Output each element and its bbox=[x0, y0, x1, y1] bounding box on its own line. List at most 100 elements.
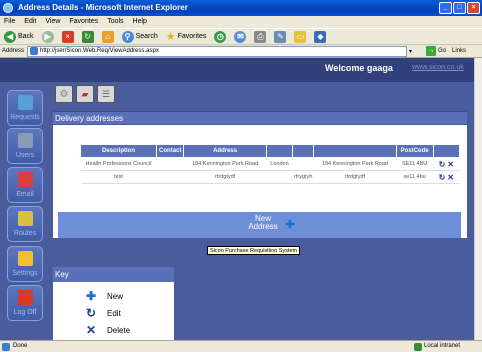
favorites-button[interactable]: ★ Favorites bbox=[164, 30, 209, 44]
nav-logoff[interactable]: Log Off bbox=[7, 285, 43, 321]
edit-icon[interactable]: ↻ bbox=[439, 160, 446, 169]
refresh-button[interactable]: ↻ bbox=[80, 30, 96, 44]
forward-arrow-icon: ▶ bbox=[41, 30, 54, 43]
settings-icon bbox=[18, 251, 33, 266]
nav-routes[interactable]: Routes bbox=[7, 206, 43, 242]
menu-edit[interactable]: Edit bbox=[24, 16, 36, 28]
edit-icon[interactable]: ↻ bbox=[439, 173, 446, 182]
close-button[interactable]: × bbox=[467, 2, 480, 14]
key-panel: ✚ New ↻ Edit ✕ Delete bbox=[53, 282, 174, 340]
url-input[interactable]: http://jser/Sicon.Web.Req/ViewAddress.as… bbox=[27, 45, 408, 57]
routes-icon bbox=[18, 211, 33, 226]
delete-icon[interactable]: ✕ bbox=[447, 160, 454, 169]
gear-icon: ⚙ bbox=[59, 88, 69, 100]
mail-icon: ✉ bbox=[234, 30, 247, 43]
go-button[interactable]: → Go bbox=[426, 46, 446, 56]
website-link[interactable]: www.sicon.co.uk bbox=[412, 64, 464, 71]
history-icon: ◷ bbox=[214, 30, 227, 43]
menu-tools[interactable]: Tools bbox=[107, 16, 123, 28]
cell-address3: rfrygtyh bbox=[292, 170, 314, 184]
intranet-icon bbox=[414, 342, 422, 351]
mail-button[interactable]: ✉ bbox=[232, 30, 248, 44]
zone-text: Local intranet bbox=[424, 343, 461, 349]
vertical-scrollbar[interactable] bbox=[474, 58, 482, 340]
key-title: Key bbox=[53, 267, 174, 282]
key-delete-label: Delete bbox=[107, 325, 131, 335]
window-title: Address Details - Microsoft Internet Exp… bbox=[18, 3, 188, 12]
search-button[interactable]: ⚲ Search bbox=[120, 30, 160, 44]
folder-button[interactable]: ▭ bbox=[292, 30, 308, 44]
print-icon: ⎙ bbox=[254, 30, 267, 43]
back-button[interactable]: ◀ Back bbox=[2, 30, 36, 44]
key-new-label: New bbox=[107, 291, 124, 301]
zone-indicator: Local intranet bbox=[414, 341, 460, 352]
plus-icon: ✚ bbox=[285, 219, 295, 231]
cell-description: Health Professions Council bbox=[80, 157, 157, 171]
welcome-text: Welcome gaaga bbox=[325, 63, 393, 73]
search-label: Search bbox=[135, 33, 158, 40]
key-edit-label: Edit bbox=[107, 308, 121, 318]
print-button[interactable]: ⎙ bbox=[252, 30, 268, 44]
maximize-button[interactable]: □ bbox=[453, 2, 466, 14]
page-content: Welcome gaaga www.sicon.co.uk Requests U… bbox=[0, 58, 474, 340]
col-contact: Contact bbox=[155, 144, 185, 158]
ie-logo-icon bbox=[3, 3, 13, 13]
cell-address3 bbox=[292, 157, 314, 171]
stop-icon: × bbox=[61, 30, 74, 43]
status-bar: Done Local intranet bbox=[0, 340, 482, 352]
forward-button[interactable]: ▶ bbox=[40, 30, 56, 44]
nav-settings-label: Settings bbox=[12, 270, 38, 277]
delete-icon[interactable]: ✕ bbox=[447, 173, 454, 182]
edit-icon: ↻ bbox=[85, 306, 97, 320]
table-row[interactable]: Health Professions Council 184 Kenningto… bbox=[80, 157, 460, 171]
delivery-button[interactable]: ▰ bbox=[76, 85, 94, 103]
home-button[interactable]: ⌂ bbox=[100, 30, 116, 44]
edit-page-button[interactable]: ✎ bbox=[272, 30, 288, 44]
nav-email[interactable]: Email bbox=[7, 167, 43, 203]
back-arrow-icon: ◀ bbox=[4, 30, 16, 43]
settings-gear-button[interactable]: ⚙ bbox=[55, 85, 73, 103]
menu-help[interactable]: Help bbox=[133, 16, 147, 28]
history-button[interactable]: ◷ bbox=[212, 30, 228, 44]
new-address-label: New Address bbox=[248, 214, 278, 231]
nav-logoff-label: Log Off bbox=[13, 309, 37, 316]
cell-address2: London bbox=[266, 157, 293, 171]
delete-icon: ✕ bbox=[85, 323, 97, 337]
nav-requests[interactable]: Requests bbox=[7, 90, 43, 126]
list-button[interactable]: ☰ bbox=[97, 85, 115, 103]
logoff-icon bbox=[18, 290, 33, 305]
search-icon: ⚲ bbox=[121, 30, 134, 43]
nav-routes-label: Routes bbox=[13, 230, 37, 237]
nav-users-label: Users bbox=[15, 152, 35, 159]
table-header-row: Description Contact Address PostCode bbox=[80, 144, 461, 158]
email-icon bbox=[18, 172, 33, 187]
nav-users[interactable]: Users bbox=[7, 128, 43, 164]
menu-file[interactable]: File bbox=[4, 16, 15, 28]
menu-favorites[interactable]: Favorites bbox=[69, 16, 98, 28]
cell-postcode: SE11 4BU bbox=[396, 157, 434, 171]
key-item-delete: ✕ Delete bbox=[85, 324, 130, 336]
go-arrow-icon: → bbox=[426, 46, 437, 56]
stop-button[interactable]: × bbox=[60, 30, 76, 44]
browser-toolbar: ◀ Back ▶ × ↻ ⌂ ⚲ Search ★ Favorites ◷ ✉ … bbox=[0, 28, 482, 45]
col-address2 bbox=[265, 144, 294, 158]
address-label: Address bbox=[2, 48, 25, 54]
users-icon bbox=[18, 133, 33, 148]
menu-view[interactable]: View bbox=[45, 16, 60, 28]
minimize-button[interactable]: _ bbox=[439, 2, 452, 14]
refresh-icon: ↻ bbox=[81, 30, 94, 43]
sidebar-nav: Requests Users Email Routes Settings Log… bbox=[0, 82, 53, 340]
nav-settings[interactable]: Settings bbox=[7, 246, 43, 282]
go-label: Go bbox=[438, 48, 447, 54]
links-label[interactable]: Links bbox=[452, 48, 466, 54]
url-dropdown-icon[interactable]: ▾ bbox=[409, 48, 412, 55]
table-row[interactable]: test rtrdgtydf rfrygtyh rtrdgtydf se11 4… bbox=[80, 170, 460, 184]
back-label: Back bbox=[18, 33, 34, 40]
menu-bar: File Edit View Favorites Tools Help bbox=[0, 16, 482, 28]
new-address-button[interactable]: New Address ✚ bbox=[58, 212, 461, 238]
requests-icon bbox=[18, 95, 33, 110]
messenger-icon: ◆ bbox=[314, 30, 327, 43]
url-text: http://jser/Sicon.Web.Req/ViewAddress.as… bbox=[40, 48, 159, 54]
plus-icon: ✚ bbox=[85, 289, 97, 303]
messenger-button[interactable]: ◆ bbox=[312, 30, 328, 44]
